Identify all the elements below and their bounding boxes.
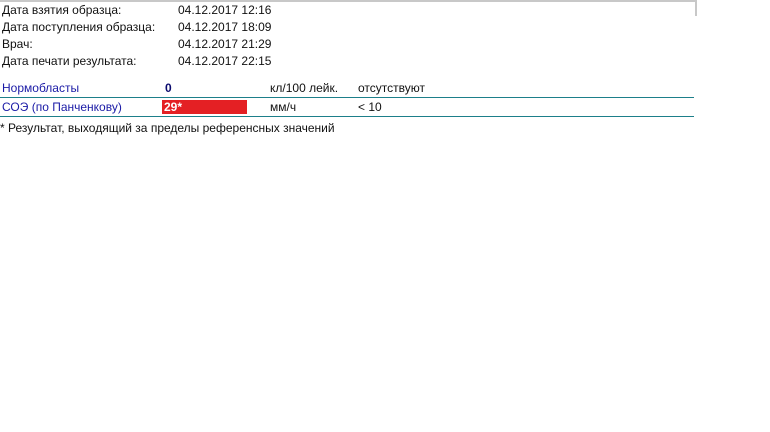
meta-row-doctor: Врач: 04.12.2017 21:29 xyxy=(2,36,362,53)
meta-value: 04.12.2017 18:09 xyxy=(178,20,272,34)
test-reference: отсутствуют xyxy=(358,81,425,95)
meta-row-sample-received: Дата поступления образца: 04.12.2017 18:… xyxy=(2,19,362,36)
test-reference: < 10 xyxy=(358,100,382,114)
test-unit: мм/ч xyxy=(270,100,297,114)
meta-row-sample-taken: Дата взятия образца: 04.12.2017 12:16 xyxy=(2,2,362,19)
meta-row-print-date: Дата печати результата: 04.12.2017 22:15 xyxy=(2,53,362,70)
meta-value: 04.12.2017 22:15 xyxy=(178,54,272,68)
test-unit: кл/100 лейк. xyxy=(270,81,339,95)
abnormal-value-badge: 29* xyxy=(162,100,247,114)
footnote: * Результат, выходящий за пределы рефере… xyxy=(0,121,335,135)
meta-label: Дата взятия образца: xyxy=(2,3,122,17)
test-name: Нормобласты xyxy=(2,81,80,95)
results-table: Нормобласты 0 кл/100 лейк. отсутствуют С… xyxy=(0,79,694,117)
test-name: СОЭ (по Панченкову) xyxy=(2,100,122,114)
table-row: СОЭ (по Панченкову) 29* мм/ч < 10 xyxy=(0,98,694,117)
sample-info-block: Дата взятия образца: 04.12.2017 12:16 Да… xyxy=(2,2,362,70)
meta-value: 04.12.2017 21:29 xyxy=(178,37,272,51)
test-value: 0 xyxy=(165,81,172,95)
table-row: Нормобласты 0 кл/100 лейк. отсутствуют xyxy=(0,79,694,98)
meta-value: 04.12.2017 12:16 xyxy=(178,3,272,17)
meta-label: Дата поступления образца: xyxy=(2,20,156,34)
meta-label: Дата печати результата: xyxy=(2,54,137,68)
meta-label: Врач: xyxy=(2,37,33,51)
right-rule xyxy=(695,0,697,16)
